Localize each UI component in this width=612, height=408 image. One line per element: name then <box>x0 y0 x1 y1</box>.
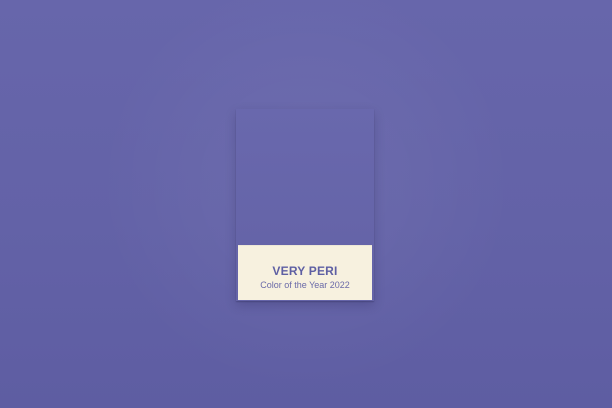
color-swatch-card: VERY PERI Color of the Year 2022 <box>236 109 374 301</box>
swatch-color-name: VERY PERI <box>272 264 338 278</box>
swatch-color-block <box>236 109 374 245</box>
swatch-label-panel: VERY PERI Color of the Year 2022 <box>238 245 372 300</box>
swatch-scene: VERY PERI Color of the Year 2022 <box>0 0 612 408</box>
swatch-subtitle: Color of the Year 2022 <box>260 280 350 290</box>
